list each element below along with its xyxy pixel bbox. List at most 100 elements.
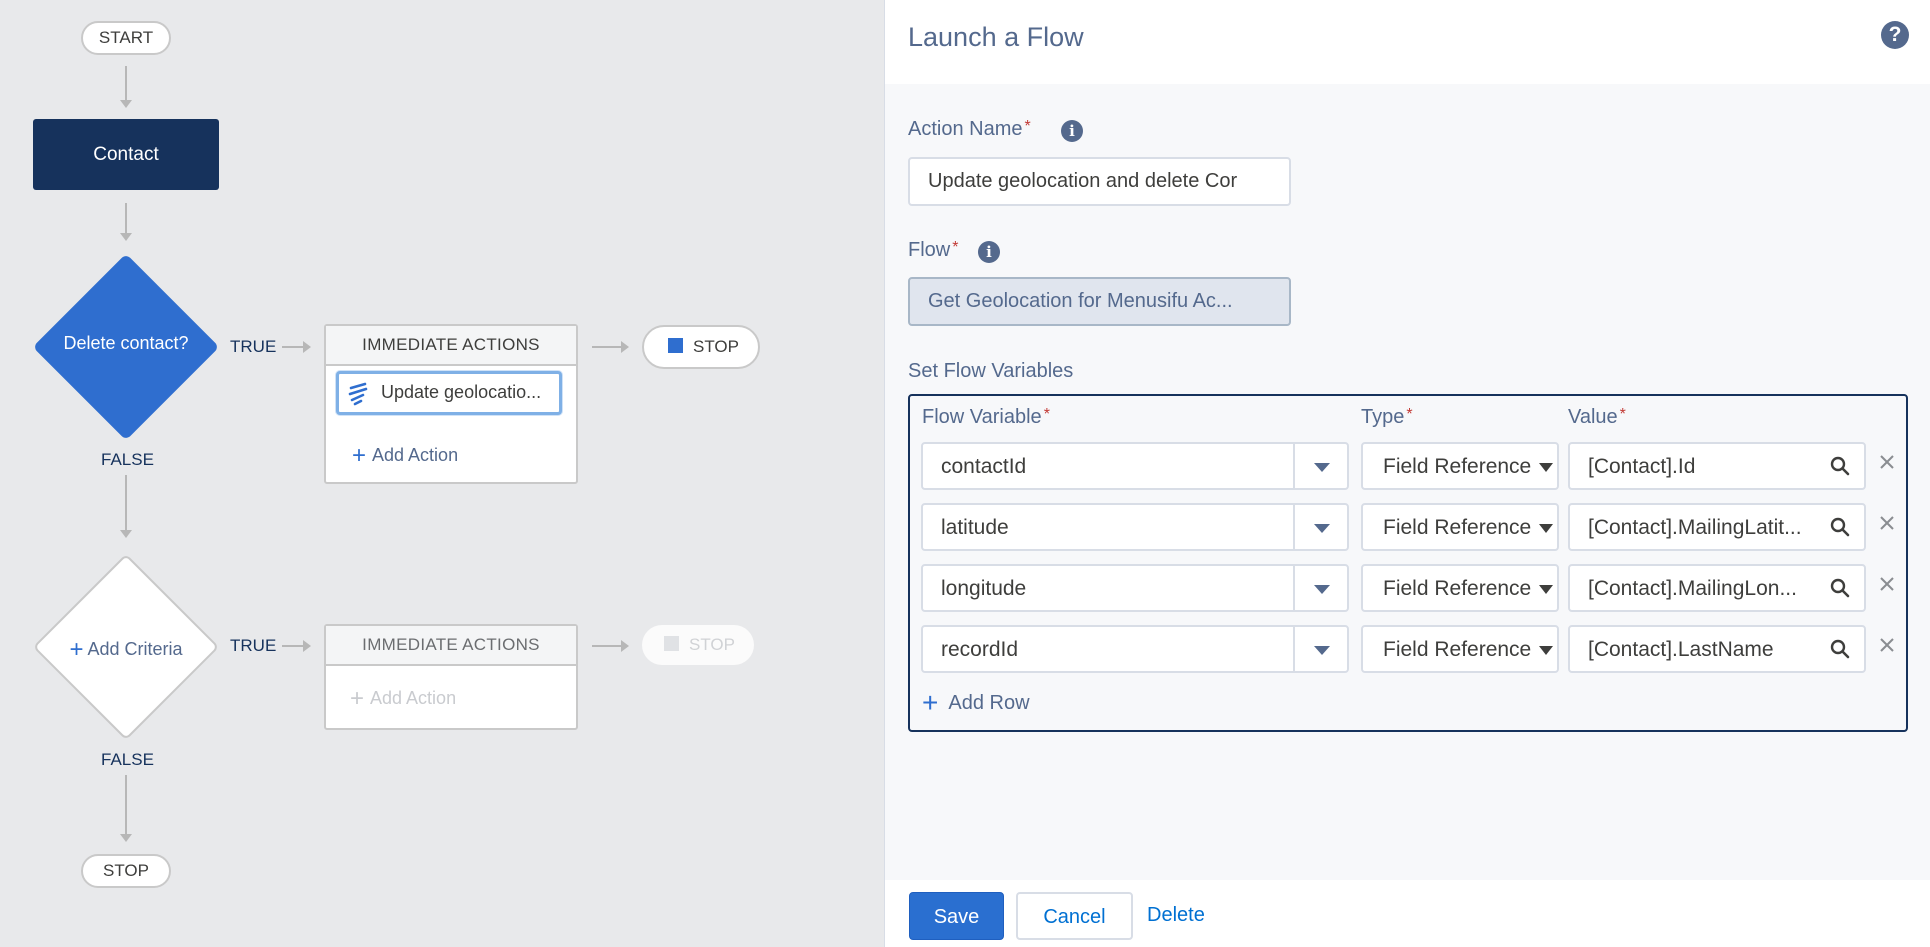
start-label: START [98,28,154,47]
delete-link[interactable]: Delete [1147,904,1205,927]
remove-row-icon[interactable] [1878,636,1896,659]
flow-variable-combobox[interactable]: recordId [921,625,1349,673]
connector-arrow [120,530,132,538]
remove-row-icon[interactable] [1878,453,1896,476]
true-label: TRUE [230,337,277,356]
object-node-label: Contact [93,144,159,165]
col-header-text: Value [1568,406,1618,428]
value-input[interactable]: [Contact].MailingLon... [1568,564,1866,612]
connector [592,645,622,647]
add-criteria-label: Add Criteria [87,639,183,659]
connector-arrow [303,341,311,353]
plus-icon: + [69,636,84,663]
chevron-down-icon [1314,463,1330,472]
flow-variable-combobox[interactable]: contactId [921,442,1349,490]
search-icon[interactable] [1830,578,1850,604]
value-text: [Contact].Id [1588,455,1696,478]
action-name-label: Action Name * [908,118,1031,141]
chevron-down-icon [1314,585,1330,594]
dropdown-button[interactable] [1293,627,1347,671]
flow-variable-combobox[interactable]: latitude [921,503,1349,551]
help-icon[interactable]: ? [1881,21,1909,49]
dropdown-button[interactable] [1293,505,1347,549]
save-label: Save [933,906,980,928]
connector-arrow [120,233,132,241]
plus-icon: + [350,685,365,712]
object-node-contact[interactable]: Contact [33,119,219,190]
col-header-flow-variable: Flow Variable * [922,406,1050,429]
value-input[interactable]: [Contact].MailingLatit... [1568,503,1866,551]
action-name-value: Update geolocation and delete Cor [928,170,1238,192]
criteria-node-label: Delete contact? [63,333,189,353]
connector-arrow [120,100,132,108]
add-action-label: Add Action [370,688,457,708]
value-text: [Contact].LastName [1588,638,1774,661]
required-marker: * [1024,118,1031,135]
add-row-link[interactable]: + Add Row [922,687,1030,719]
immediate-actions-header: IMMEDIATE ACTIONS [326,326,576,366]
info-icon[interactable]: i [1061,120,1083,142]
search-icon[interactable] [1830,456,1850,482]
connector-arrow [621,341,629,353]
type-select[interactable]: Field Reference [1361,625,1559,673]
type-value: Field Reference [1383,638,1532,661]
caret-down-icon [1539,524,1553,533]
search-icon[interactable] [1830,517,1850,543]
delete-label: Delete [1147,904,1205,926]
col-header-text: Type [1361,406,1405,428]
end-stop-node: STOP [81,854,171,888]
flow-label: Flow * [908,239,958,262]
connector-arrow [303,640,311,652]
flow-variable-value: contactId [941,455,1027,478]
type-value: Field Reference [1383,577,1532,600]
flow-input-disabled: Get Geolocation for Menusifu Ac... [908,277,1291,326]
add-row-label: Add Row [948,692,1030,714]
false-label: FALSE [101,750,154,769]
type-select[interactable]: Field Reference [1361,442,1559,490]
action-name-input[interactable]: Update geolocation and delete Cor [908,157,1291,206]
type-select[interactable]: Field Reference [1361,564,1559,612]
search-icon[interactable] [1830,639,1850,665]
immediate-actions-header: IMMEDIATE ACTIONS [326,626,576,666]
caret-down-icon [1539,646,1553,655]
remove-row-icon[interactable] [1878,575,1896,598]
connector-arrow [120,834,132,842]
cancel-label: Cancel [1043,906,1106,928]
panel-body: Action Name * i Update geolocation and de… [885,84,1930,880]
flow-variables-table: Flow Variable * Type * Value * contactId Fi… [908,394,1908,732]
save-button[interactable]: Save [909,892,1004,940]
required-marker: * [952,239,959,256]
connector [125,775,127,835]
add-action-link[interactable]: + Add Action [352,442,458,470]
immediate-actions-box: IMMEDIATE ACTIONS Update geolocatio... +… [324,324,578,484]
plus-icon: + [922,687,939,718]
true-label: TRUE [230,636,277,655]
add-criteria-text[interactable]: + Add Criteria [33,636,219,664]
required-marker: * [1406,406,1413,423]
action-item-update-geolocation[interactable]: Update geolocatio... [336,371,562,415]
value-input[interactable]: [Contact].Id [1568,442,1866,490]
remove-row-icon[interactable] [1878,514,1896,537]
set-flow-variables-label: Set Flow Variables [908,360,1074,382]
variable-row: recordId Field Reference [Contact].LastN… [910,625,1906,673]
caret-down-icon [1539,463,1553,472]
caret-down-icon [1539,585,1553,594]
immediate-actions-box: IMMEDIATE ACTIONS + Add Action [324,624,578,730]
flow-variable-value: recordId [941,638,1019,661]
flow-variable-value: longitude [941,577,1027,600]
cancel-button[interactable]: Cancel [1016,892,1133,940]
flow-label-text: Flow [908,239,951,261]
add-action-link-disabled: + Add Action [350,685,456,713]
col-header-value: Value * [1568,406,1626,429]
dropdown-button[interactable] [1293,444,1347,488]
plus-icon: + [352,442,367,469]
value-input[interactable]: [Contact].LastName [1568,625,1866,673]
type-select[interactable]: Field Reference [1361,503,1559,551]
panel-title: Launch a Flow [908,22,1084,52]
info-icon[interactable]: i [978,241,1000,263]
flow-value: Get Geolocation for Menusifu Ac... [928,290,1233,312]
value-text: [Contact].MailingLon... [1588,577,1797,600]
flow-variable-combobox[interactable]: longitude [921,564,1349,612]
connector [592,346,622,348]
dropdown-button[interactable] [1293,566,1347,610]
